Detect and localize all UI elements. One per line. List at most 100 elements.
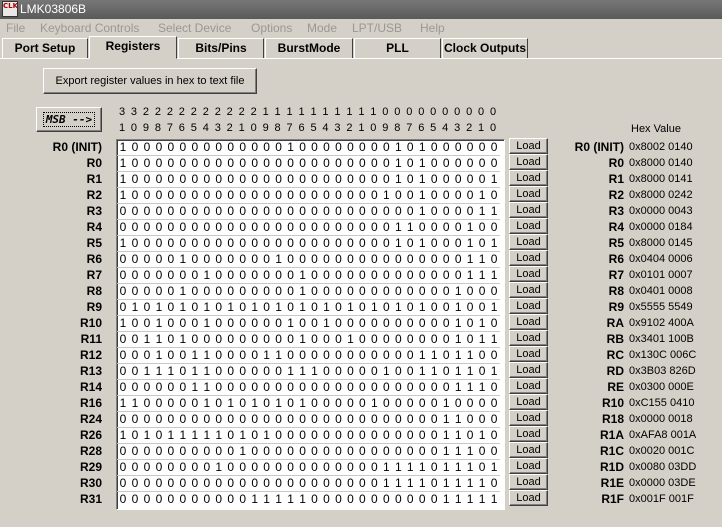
register-bit[interactable]: 0 (250, 156, 260, 170)
register-bit[interactable]: 0 (381, 140, 391, 154)
register-bit[interactable]: 0 (310, 380, 320, 394)
register-bit[interactable]: 1 (393, 140, 403, 154)
register-bit[interactable]: 0 (274, 444, 284, 458)
register-bit[interactable]: 1 (202, 268, 212, 282)
register-bit[interactable]: 0 (405, 396, 415, 410)
register-bit[interactable]: 0 (238, 300, 248, 314)
register-bit[interactable]: 0 (310, 156, 320, 170)
register-bit[interactable]: 1 (393, 476, 403, 490)
register-bit[interactable]: 1 (453, 460, 463, 474)
register-bit[interactable]: 1 (417, 300, 427, 314)
register-bit[interactable]: 1 (262, 348, 272, 362)
register-bit[interactable]: 0 (321, 236, 331, 250)
register-bit[interactable]: 0 (262, 316, 272, 330)
register-bit[interactable]: 0 (298, 460, 308, 474)
register-bit[interactable]: 1 (393, 300, 403, 314)
register-bit[interactable]: 0 (333, 300, 343, 314)
register-bit[interactable]: 0 (429, 172, 439, 186)
register-bit[interactable]: 0 (453, 396, 463, 410)
register-bit[interactable]: 0 (202, 188, 212, 202)
register-bit[interactable]: 0 (130, 332, 140, 346)
register-bit[interactable]: 0 (142, 460, 152, 474)
register-bit[interactable]: 0 (166, 268, 176, 282)
register-bit[interactable]: 0 (226, 460, 236, 474)
register-bit[interactable]: 0 (393, 364, 403, 378)
register-bit[interactable]: 0 (345, 220, 355, 234)
register-bit[interactable]: 0 (465, 316, 475, 330)
register-bit[interactable]: 0 (345, 316, 355, 330)
register-bit[interactable]: 0 (465, 188, 475, 202)
register-bit[interactable]: 0 (190, 396, 200, 410)
load-button[interactable]: Load (509, 330, 548, 346)
register-bit[interactable]: 1 (393, 236, 403, 250)
register-bit[interactable]: 0 (381, 268, 391, 282)
register-bit[interactable]: 1 (274, 492, 284, 506)
register-bit[interactable]: 0 (202, 156, 212, 170)
register-bit[interactable]: 0 (381, 396, 391, 410)
register-bit[interactable]: 0 (489, 444, 499, 458)
register-bit[interactable]: 0 (357, 284, 367, 298)
register-bit[interactable]: 0 (477, 236, 487, 250)
register-bit[interactable]: 0 (190, 412, 200, 426)
register-bit[interactable]: 0 (130, 188, 140, 202)
register-bit[interactable]: 0 (477, 284, 487, 298)
register-bit[interactable]: 0 (357, 156, 367, 170)
register-bit[interactable]: 0 (286, 284, 296, 298)
register-bit[interactable]: 0 (333, 220, 343, 234)
export-registers-button[interactable]: Export register values in hex to text fi… (43, 68, 257, 94)
register-bit[interactable]: 0 (130, 172, 140, 186)
register-bit[interactable]: 0 (345, 492, 355, 506)
register-bit[interactable]: 0 (441, 252, 451, 266)
register-bit[interactable]: 0 (286, 220, 296, 234)
register-bit[interactable]: 0 (441, 220, 451, 234)
register-bit[interactable]: 0 (429, 140, 439, 154)
register-bit[interactable]: 0 (357, 252, 367, 266)
register-bit[interactable]: 1 (477, 188, 487, 202)
register-bit[interactable]: 0 (118, 348, 128, 362)
register-bit-grid[interactable]: 1000000000000010000000010100000010000000… (116, 139, 505, 510)
register-bit[interactable]: 0 (190, 188, 200, 202)
register-bit[interactable]: 0 (429, 188, 439, 202)
register-bit[interactable]: 0 (202, 412, 212, 426)
register-bit[interactable]: 1 (453, 476, 463, 490)
register-bit[interactable]: 0 (166, 236, 176, 250)
register-bit[interactable]: 0 (286, 460, 296, 474)
register-bit[interactable]: 1 (453, 316, 463, 330)
register-bit[interactable]: 0 (381, 492, 391, 506)
register-bit[interactable]: 0 (477, 220, 487, 234)
register-bit[interactable]: 0 (345, 380, 355, 394)
register-bit[interactable]: 0 (310, 220, 320, 234)
register-bit[interactable]: 1 (417, 172, 427, 186)
register-bit[interactable]: 0 (202, 220, 212, 234)
register-bit[interactable]: 0 (465, 156, 475, 170)
register-bit[interactable]: 0 (214, 220, 224, 234)
register-bit[interactable]: 0 (417, 444, 427, 458)
register-bit[interactable]: 1 (489, 492, 499, 506)
register-bit[interactable]: 0 (202, 444, 212, 458)
register-bit[interactable]: 0 (190, 236, 200, 250)
register-bit[interactable]: 0 (345, 252, 355, 266)
register-bit[interactable]: 0 (369, 236, 379, 250)
register-bit[interactable]: 1 (489, 300, 499, 314)
register-bit[interactable]: 0 (369, 252, 379, 266)
register-bit[interactable]: 0 (142, 444, 152, 458)
register-bit[interactable]: 0 (333, 268, 343, 282)
register-bit[interactable]: 0 (214, 300, 224, 314)
register-bit[interactable]: 0 (393, 348, 403, 362)
register-bit[interactable]: 0 (393, 380, 403, 394)
menu-file[interactable]: File (6, 19, 25, 37)
register-bit[interactable]: 0 (262, 172, 272, 186)
register-bit[interactable]: 0 (214, 252, 224, 266)
register-bit[interactable]: 0 (333, 492, 343, 506)
register-bit[interactable]: 0 (166, 396, 176, 410)
register-bit[interactable]: 0 (118, 268, 128, 282)
register-bit[interactable]: 1 (118, 188, 128, 202)
register-bit[interactable]: 0 (321, 332, 331, 346)
register-bit[interactable]: 0 (453, 252, 463, 266)
register-bit[interactable]: 0 (298, 172, 308, 186)
register-bit[interactable]: 0 (130, 380, 140, 394)
register-bit[interactable]: 0 (465, 412, 475, 426)
register-bit[interactable]: 0 (214, 188, 224, 202)
register-bit[interactable]: 0 (441, 140, 451, 154)
register-bit[interactable]: 1 (465, 252, 475, 266)
